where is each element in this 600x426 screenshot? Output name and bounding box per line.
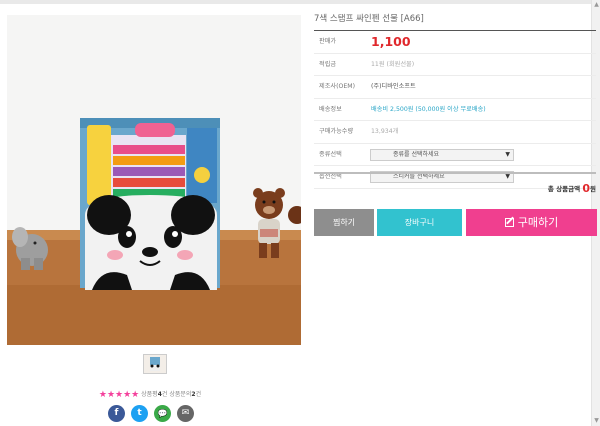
wishlist-button[interactable]: 찜하기	[314, 209, 374, 236]
add-to-cart-button[interactable]: 장바구니	[377, 209, 462, 236]
total-price: 총 상품금액 0원	[548, 182, 596, 195]
review-label: 상품평	[141, 391, 158, 398]
buy-now-label: 구매하기	[517, 216, 559, 229]
info-row-price: 판매가 1,100	[314, 31, 596, 54]
type-label: 종류선택	[319, 150, 342, 158]
product-main-image	[7, 15, 301, 345]
option-label: 옵션선택	[319, 173, 342, 180]
info-row-maker: 제조사(OEM) (주)디바인소프트	[314, 76, 596, 99]
total-divider	[314, 172, 596, 174]
edit-icon	[504, 218, 514, 227]
info-row-points: 적립금 11원 (회원선물)	[314, 54, 596, 76]
info-row-quantity: 구매가능수량 13,934개	[314, 121, 596, 144]
twitter-share-icon[interactable]: t	[131, 405, 148, 422]
shipping-label: 배송정보	[319, 105, 342, 113]
product-thumbnail[interactable]	[143, 354, 167, 374]
buy-now-button[interactable]: 구매하기	[466, 209, 597, 236]
option-select-value: 스티커를 선택하세요	[393, 173, 445, 180]
points-label: 적립금	[319, 60, 337, 68]
inquiry-label: 건 상품문의	[161, 391, 192, 398]
points-value: 11원 (회원선물)	[371, 60, 415, 68]
quantity-label: 구매가능수량	[319, 128, 354, 135]
type-select-value: 종류를 선택하세요	[393, 150, 440, 158]
rating-stars-icon: ★★★★★	[98, 390, 140, 400]
kakaotalk-share-icon[interactable]: 💬	[154, 405, 171, 422]
info-row-shipping: 배송정보 배송비 2,500원 (50,000원 이상 무료배송)	[314, 99, 596, 121]
quantity-value: 13,934개	[371, 128, 399, 135]
maker-label: 제조사(OEM)	[319, 83, 356, 90]
type-select[interactable]: 종류를 선택하세요 ▼	[370, 148, 514, 161]
facebook-share-icon[interactable]: f	[108, 405, 125, 422]
maker-value: (주)디바인소프트	[371, 83, 416, 90]
total-unit: 원	[590, 185, 596, 193]
scroll-down-icon[interactable]: ▼	[593, 418, 600, 424]
inquiry-unit: 건	[195, 391, 202, 398]
top-strip	[0, 0, 600, 4]
price-label: 판매가	[319, 38, 337, 45]
rating-summary: ★★★★★ 상품평4건 상품문의2건	[0, 389, 300, 400]
product-title: 7색 스탬프 싸인펜 선물 [A66]	[314, 14, 424, 24]
shipping-value: 배송비 2,500원 (50,000원 이상 무료배송)	[371, 105, 486, 113]
dropdown-arrow-icon: ▼	[505, 150, 510, 158]
price-value: 1,100	[371, 34, 411, 49]
email-share-icon[interactable]: ✉	[177, 405, 194, 422]
scroll-up-icon[interactable]: ▲	[593, 2, 600, 8]
product-info-table: 판매가 1,100 적립금 11원 (회원선물) 제조사(OEM) (주)디바인…	[314, 30, 596, 189]
info-row-type: 종류선택 종류를 선택하세요 ▼	[314, 144, 596, 166]
total-amount: 0	[582, 182, 591, 195]
total-label: 총 상품금액	[547, 185, 581, 193]
